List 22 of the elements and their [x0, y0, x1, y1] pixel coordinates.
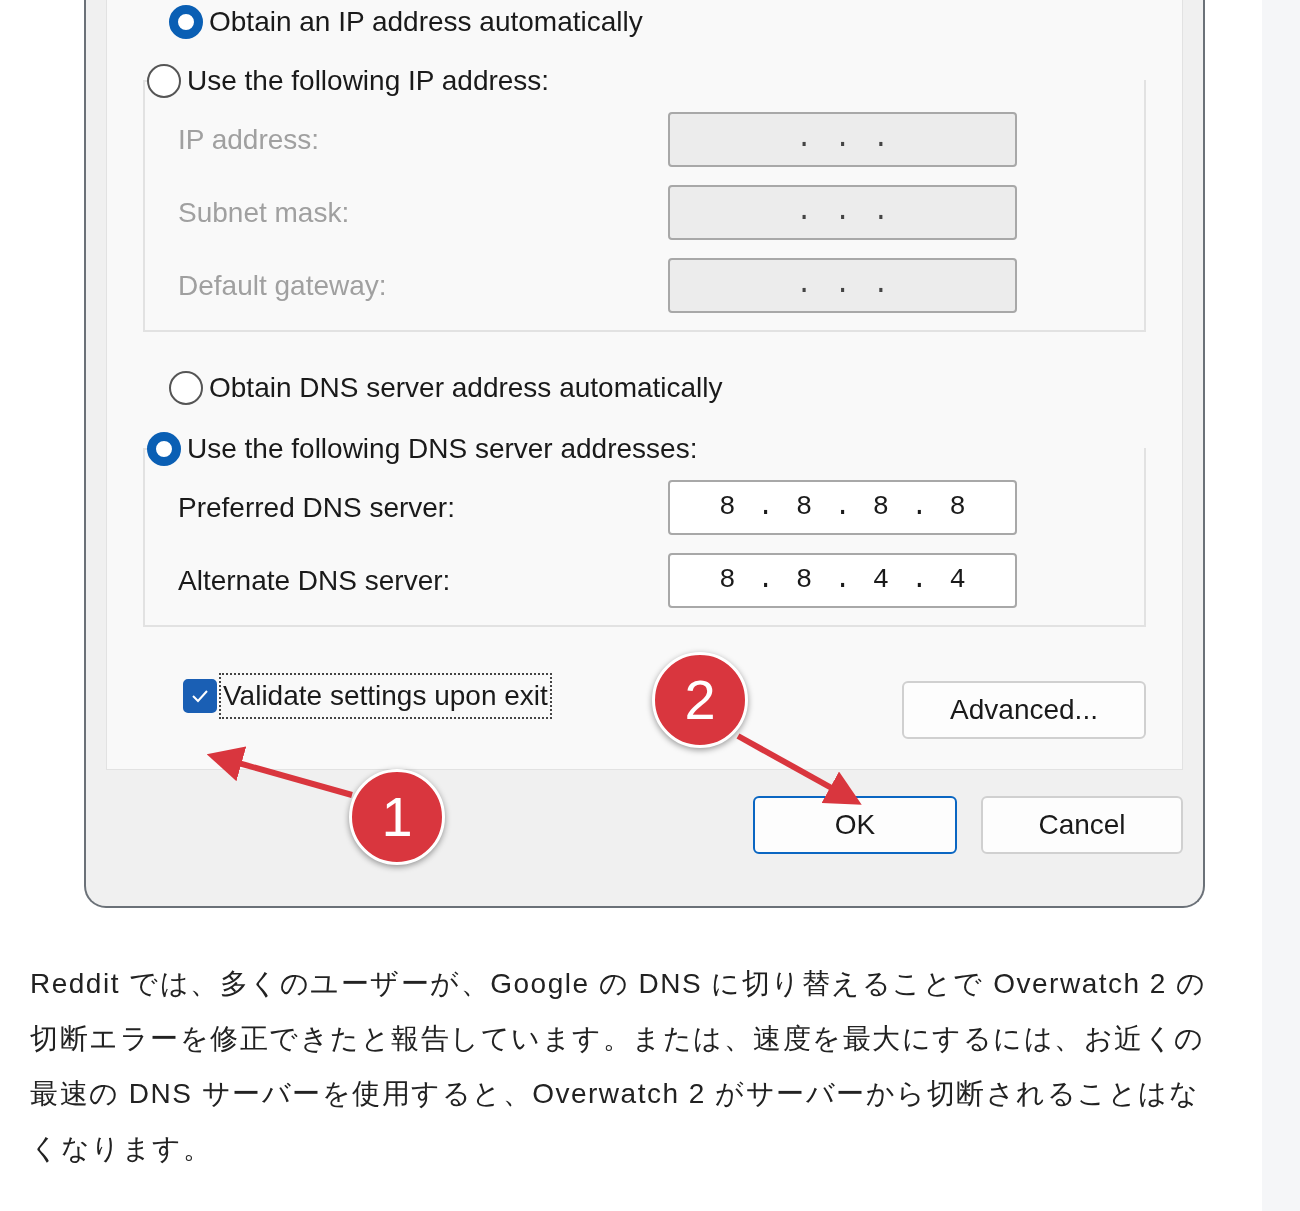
ip-address-field[interactable]: 8 . 8 . 4 . 4: [668, 553, 1017, 608]
body-paragraph: Reddit では、多くのユーザーが、Google の DNS に切り替えることで Overwatch 2 の切断エラーを修正できたと報告しています。または、速度を最大にするには、お近くの最速の DNS サーバーを使用すると、Overwatch 2 がサーバーから切断されることはなくなります。: [30, 967, 1208, 1166]
ip-address-field[interactable]: 8 . 8 . 8 . 8: [668, 480, 1017, 535]
radio-button[interactable]: [169, 5, 203, 39]
checkbox-label: Validate settings upon exit: [221, 675, 550, 717]
radio-label: Use the following DNS server addresses:: [187, 432, 698, 466]
field-label: Subnet mask:: [178, 195, 351, 230]
field-label: Alternate DNS server:: [178, 563, 452, 598]
dialog-button[interactable]: Cancel: [981, 796, 1183, 854]
advanced-button[interactable]: Advanced...: [902, 681, 1146, 739]
radio-button[interactable]: [169, 371, 203, 405]
dialog-button[interactable]: OK: [753, 796, 957, 854]
radio-button[interactable]: [147, 432, 181, 466]
radio-label: Use the following IP address:: [187, 64, 550, 98]
check-icon: [191, 689, 209, 703]
radio-label: Obtain DNS server address automatically: [209, 371, 723, 405]
radio-button[interactable]: [147, 64, 181, 98]
radio-label: Obtain an IP address automatically: [209, 5, 643, 39]
field-label: Preferred DNS server:: [178, 490, 456, 525]
checkbox[interactable]: [183, 679, 217, 713]
field-label: Default gateway:: [178, 268, 388, 303]
field-label: IP address:: [178, 122, 321, 157]
